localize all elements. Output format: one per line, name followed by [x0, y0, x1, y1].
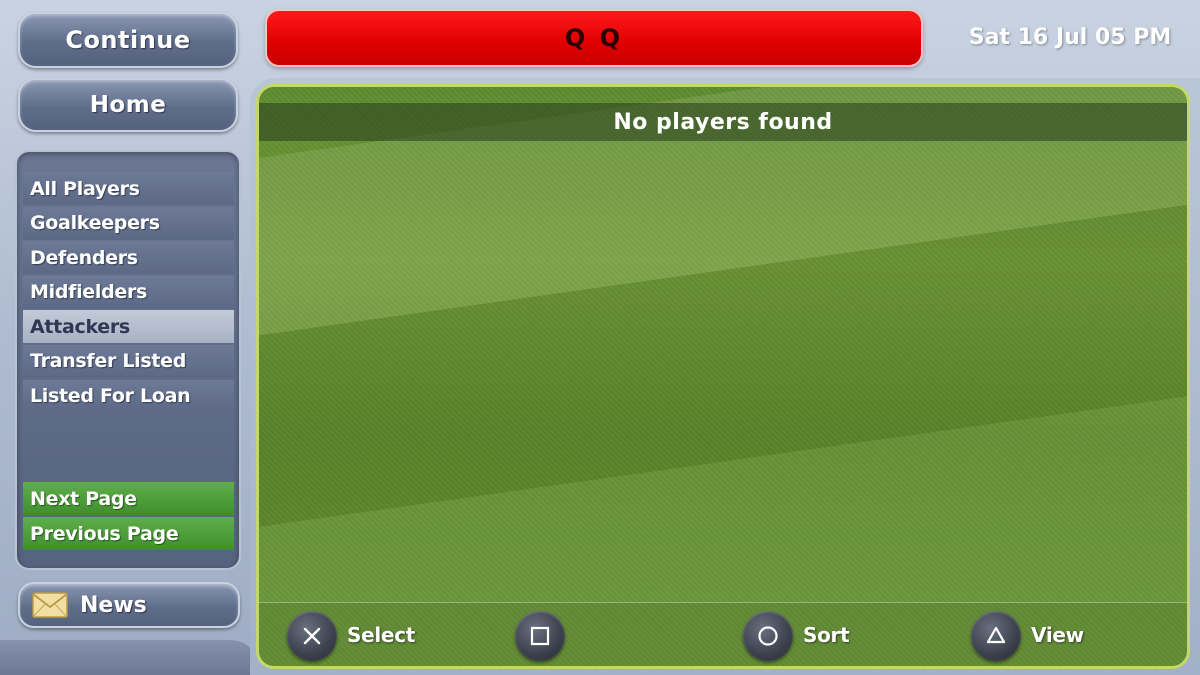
envelope-icon — [32, 592, 68, 618]
continue-button[interactable]: Continue — [18, 12, 238, 68]
square-button[interactable] — [515, 611, 565, 661]
cross-button[interactable] — [287, 611, 337, 661]
cross-icon — [303, 627, 321, 645]
triangle-icon — [986, 626, 1006, 644]
circle-button[interactable] — [743, 611, 793, 661]
triangle-button-label: View — [1031, 623, 1084, 647]
previous-page-label: Previous Page — [30, 522, 179, 545]
home-button[interactable]: Home — [18, 78, 238, 132]
circle-icon — [758, 626, 778, 646]
menu-item-attackers[interactable]: Attackers — [23, 310, 234, 344]
menu-item-label: Defenders — [30, 246, 138, 269]
game-date-text: Sat 16 Jul 05 PM — [968, 24, 1172, 50]
player-filter-list: All Players Goalkeepers Defenders Midfie… — [23, 172, 234, 414]
left-footer-decoration — [0, 640, 260, 675]
club-title-bar: Q Q — [265, 9, 923, 67]
home-button-label: Home — [89, 92, 167, 118]
menu-item-label: Goalkeepers — [30, 212, 160, 235]
news-button[interactable]: News — [18, 582, 240, 628]
page-title: Q Q — [564, 24, 624, 52]
menu-item-label: Midfielders — [30, 281, 148, 304]
menu-item-label: Attackers — [30, 315, 130, 338]
menu-item-all-players[interactable]: All Players — [23, 172, 234, 205]
player-filter-panel: All Players Goalkeepers Defenders Midfie… — [15, 150, 241, 570]
menu-item-defenders[interactable]: Defenders — [23, 241, 234, 275]
circle-button-label: Sort — [803, 623, 850, 647]
menu-item-label: All Players — [30, 177, 140, 200]
next-page-button[interactable]: Next Page — [23, 482, 234, 515]
controller-button-bar: Select Sort View — [259, 602, 1187, 666]
news-button-label: News — [80, 592, 147, 618]
triangle-button[interactable] — [971, 611, 1021, 661]
square-icon — [530, 626, 550, 646]
menu-item-label: Transfer Listed — [30, 350, 187, 373]
status-message-text: No players found — [613, 109, 833, 135]
player-list-area: No players found Select Sort View — [256, 84, 1190, 669]
previous-page-button[interactable]: Previous Page — [23, 517, 234, 550]
menu-item-goalkeepers[interactable]: Goalkeepers — [23, 206, 234, 240]
continue-button-label: Continue — [65, 26, 191, 54]
menu-item-listed-for-loan[interactable]: Listed For Loan — [23, 379, 234, 413]
menu-item-label: Listed For Loan — [30, 385, 191, 408]
menu-item-transfer-listed[interactable]: Transfer Listed — [23, 344, 234, 378]
status-message: No players found — [259, 103, 1187, 141]
next-page-label: Next Page — [30, 487, 137, 510]
menu-item-midfielders[interactable]: Midfielders — [23, 275, 234, 309]
cross-button-label: Select — [347, 623, 416, 647]
game-date: Sat 16 Jul 05 PM — [950, 20, 1190, 54]
pagination: Next Page Previous Page — [23, 482, 234, 552]
